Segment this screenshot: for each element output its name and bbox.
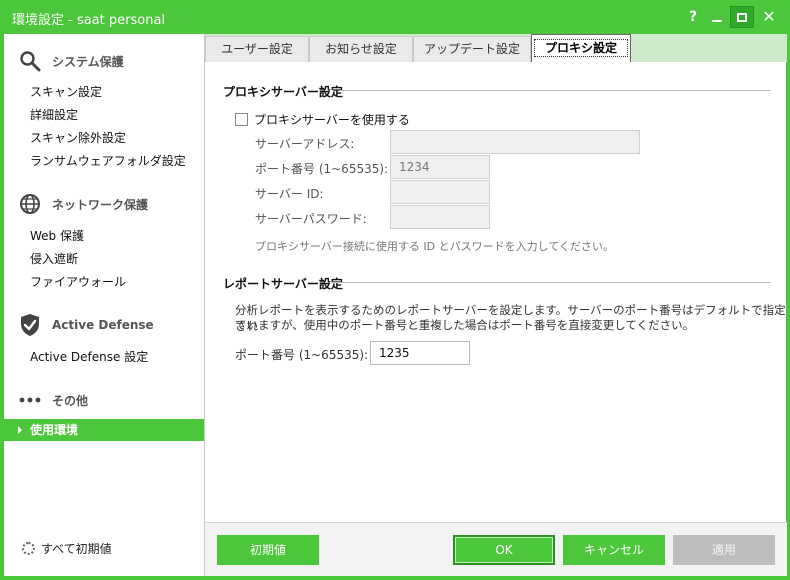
section-title: ネットワーク保護: [52, 197, 149, 212]
server-address-label: サーバーアドレス:: [255, 137, 355, 151]
proxy-group-title: プロキシサーバー設定: [223, 85, 343, 99]
chevron-right-icon: [18, 425, 22, 434]
content-panel: ユーザー設定 お知らせ設定 アップデート設定 プロキシ設定 プロキシサーバー設定…: [204, 34, 787, 576]
minimize-button[interactable]: [706, 6, 728, 28]
section-title: Active Defense: [52, 318, 154, 332]
sidebar-item-web-protection[interactable]: Web 保護: [30, 227, 84, 244]
sidebar-item-advanced-settings[interactable]: 詳細設定: [30, 106, 78, 123]
proxy-port-label: ポート番号 (1~65535):: [255, 162, 389, 176]
sidebar-item-firewall[interactable]: ファイアウォール: [30, 273, 126, 290]
section-system-protection: システム保護: [18, 48, 124, 74]
section-network-protection: ネットワーク保護: [18, 191, 148, 217]
sidebar-item-scan-settings[interactable]: スキャン設定: [30, 83, 102, 100]
section-title: その他: [52, 393, 89, 408]
proxy-port-input[interactable]: [390, 155, 490, 179]
server-password-input[interactable]: [390, 205, 490, 229]
close-button[interactable]: ✕: [758, 6, 780, 28]
report-port-input[interactable]: [370, 341, 470, 365]
divider: [339, 90, 771, 91]
apply-button[interactable]: 適用: [673, 535, 775, 565]
sidebar: システム保護 スキャン設定 詳細設定 スキャン除外設定 ランサムウェアフォルダ設…: [4, 34, 204, 576]
server-id-label: サーバー ID:: [255, 187, 324, 201]
server-id-input[interactable]: [390, 180, 490, 204]
divider: [331, 282, 771, 283]
tab-update-settings[interactable]: アップデート設定: [413, 36, 531, 62]
cancel-button[interactable]: キャンセル: [563, 535, 665, 565]
reset-all-button[interactable]: すべて初期値: [22, 540, 112, 557]
report-description-line2: ていますが、使用中のポート番号と重複した場合はポート番号を直接変更してください。: [235, 318, 695, 332]
ok-button[interactable]: OK: [453, 535, 555, 565]
tab-label: プロキシ設定: [533, 39, 628, 57]
section-title: システム保護: [52, 54, 124, 69]
sidebar-item-scan-exclusion[interactable]: スキャン除外設定: [30, 129, 126, 146]
section-active-defense: Active Defense: [18, 312, 154, 338]
use-proxy-row: プロキシサーバーを使用する: [235, 111, 410, 128]
maximize-icon: [737, 12, 747, 22]
report-port-label: ポート番号 (1~65535):: [235, 348, 369, 362]
tab-bar: ユーザー設定 お知らせ設定 アップデート設定 プロキシ設定: [205, 34, 787, 62]
globe-icon: [18, 192, 42, 216]
title-bar[interactable]: 環境設定 - saat personal ? ✕: [0, 0, 790, 34]
tab-proxy-settings[interactable]: プロキシ設定: [531, 34, 631, 62]
sidebar-item-environment[interactable]: 使用環境: [4, 419, 204, 441]
footer-bar: 初期値 OK キャンセル 適用: [205, 522, 787, 576]
section-others: その他: [18, 387, 88, 413]
proxy-hint-text: プロキシサーバー接続に使用する ID とパスワードを入力してください。: [255, 240, 614, 253]
tab-user-settings[interactable]: ユーザー設定: [205, 36, 309, 62]
minimize-icon: [712, 20, 722, 22]
report-group-title: レポートサーバー設定: [223, 277, 343, 291]
help-button[interactable]: ?: [682, 6, 704, 28]
reset-all-label: すべて初期値: [41, 542, 112, 556]
reset-default-button[interactable]: 初期値: [217, 535, 319, 565]
ellipsis-icon: [18, 388, 42, 412]
sidebar-item-active-defense-settings[interactable]: Active Defense 設定: [30, 348, 148, 365]
use-proxy-label: プロキシサーバーを使用する: [254, 113, 410, 127]
sidebar-item-ransomware-folder[interactable]: ランサムウェアフォルダ設定: [30, 152, 186, 169]
settings-window: 環境設定 - saat personal ? ✕ システム保護 スキャン設定 詳…: [0, 0, 790, 580]
magnifier-icon: [18, 49, 42, 73]
shield-check-icon: [18, 313, 42, 337]
maximize-button[interactable]: [730, 6, 754, 28]
use-proxy-checkbox[interactable]: [235, 113, 248, 126]
window-title: 環境設定 - saat personal: [12, 13, 166, 28]
loading-ring-icon: [22, 542, 35, 555]
sidebar-item-intrusion-block[interactable]: 侵入遮断: [30, 250, 78, 267]
server-password-label: サーバーパスワード:: [255, 212, 367, 226]
sidebar-item-label: 使用環境: [30, 423, 79, 437]
tab-notification-settings[interactable]: お知らせ設定: [309, 36, 413, 62]
server-address-input[interactable]: [390, 130, 640, 154]
